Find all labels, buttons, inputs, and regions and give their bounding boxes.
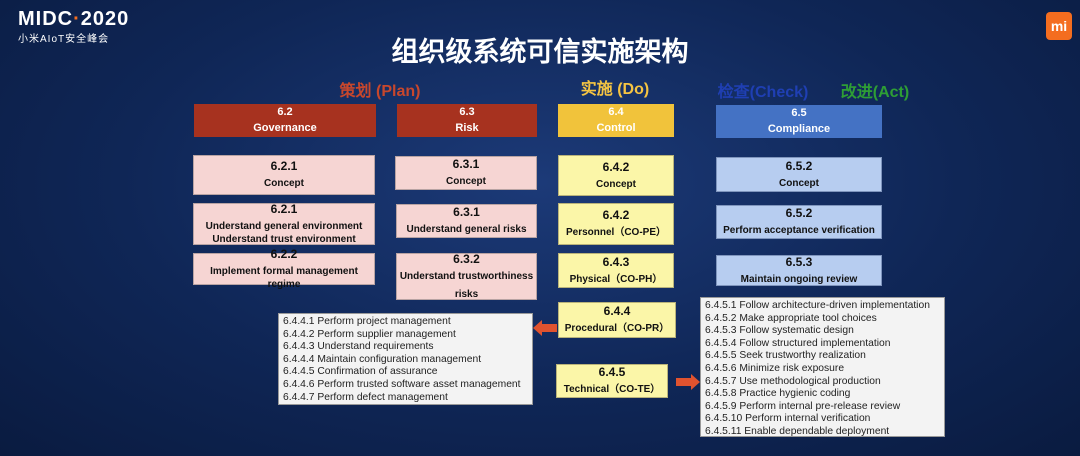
list-item: 6.4.4.4 Maintain configuration managemen… xyxy=(283,353,482,365)
governance-item: 6.2.1 Understand general environment Und… xyxy=(193,202,375,245)
header-number: 6.2 xyxy=(277,105,293,118)
item-text: Procedural（CO-PR） xyxy=(564,323,670,335)
list-item: 6.4.4.2 Perform supplier management xyxy=(283,328,456,340)
technical-detail-list: 6.4.5.1 Follow architecture-driven imple… xyxy=(700,297,945,437)
logo-text-right: 2020 xyxy=(80,8,130,30)
header-number: 6.5 xyxy=(791,106,807,119)
list-item: 6.4.5.2 Make appropriate tool choices xyxy=(705,312,877,324)
governance-header: 6.2 Governance xyxy=(194,104,376,137)
phase-plan-label: 策划 (Plan) xyxy=(339,83,421,100)
item-text: Understand general risks xyxy=(406,224,527,236)
item-text: Understand general environment xyxy=(205,221,363,232)
item-number: 6.2.1 xyxy=(270,159,298,174)
list-item: 6.4.5.5 Seek trustworthy realization xyxy=(705,350,866,362)
risk-header: 6.3 Risk xyxy=(397,104,537,137)
item-number: 6.4.5 xyxy=(598,365,626,380)
item-number: 6.2.1 xyxy=(270,202,298,216)
list-item: 6.4.5.11 Enable dependable deployment xyxy=(705,425,890,437)
list-item: 6.4.5.3 Follow systematic design xyxy=(705,325,854,337)
control-item: 6.4.3 Physical（CO-PH） xyxy=(558,253,674,288)
header-label: Risk xyxy=(455,121,479,134)
item-number: 6.5.3 xyxy=(785,254,813,269)
item-text: Implement formal management regime xyxy=(210,266,358,290)
control-header: 6.4 Control xyxy=(558,104,674,137)
item-number: 6.5.2 xyxy=(785,158,813,173)
page-title: 组织级系统可信实施架构 xyxy=(391,37,689,67)
procedural-detail-list: 6.4.4.1 Perform project management 6.4.4… xyxy=(278,313,533,405)
item-number: 6.4.2 xyxy=(602,208,630,223)
item-text: Concept xyxy=(596,178,636,190)
list-item: 6.4.4.3 Understand requirements xyxy=(283,341,434,353)
item-number: 6.4.2 xyxy=(602,159,630,174)
compliance-item: 6.5.2 Concept xyxy=(716,157,882,192)
list-item: 6.4.4.1 Perform project management xyxy=(283,316,451,327)
item-number: 6.5.2 xyxy=(785,206,813,221)
compliance-item: 6.5.2 Perform acceptance verification xyxy=(716,205,882,239)
item-text: Concept xyxy=(446,176,486,188)
item-number: 6.4.4 xyxy=(603,304,631,319)
item-text: Personnel（CO-PE） xyxy=(565,227,667,239)
list-item: 6.4.4.7 Perform defect management xyxy=(283,391,448,403)
phase-do-label: 实施 (Do) xyxy=(580,81,650,98)
item-text: Understand trustworthiness xyxy=(399,270,534,282)
list-item: 6.4.5.6 Minimize risk exposure xyxy=(705,362,845,374)
list-item: 6.4.5.9 Perform internal pre-release rev… xyxy=(705,400,901,412)
risk-item: 6.3.1 Understand general risks xyxy=(396,204,537,238)
governance-item: 6.2.1 Concept xyxy=(193,155,375,195)
governance-item: 6.2.2 Implement formal management regime xyxy=(193,247,375,290)
logo-dot: · xyxy=(73,8,81,30)
header-label: Compliance xyxy=(767,122,831,135)
list-item: 6.4.5.4 Follow structured implementation xyxy=(705,337,891,349)
item-text: Understand trust environment xyxy=(212,233,356,245)
control-item: 6.4.2 Concept xyxy=(558,155,674,196)
control-item-technical: 6.4.5 Technical（CO-TE） xyxy=(556,364,668,398)
header-label: Governance xyxy=(253,121,317,134)
midc-logo: MIDC·2020 xyxy=(18,8,129,31)
item-number: 6.3.2 xyxy=(453,251,480,266)
list-item: 6.4.5.8 Practice hygienic coding xyxy=(705,388,851,400)
item-number: 6.3.1 xyxy=(452,157,480,172)
item-number: 6.2.2 xyxy=(270,247,298,261)
list-item: 6.4.4.6 Perform trusted software asset m… xyxy=(283,378,521,390)
arrow-right-icon xyxy=(676,374,700,390)
header-number: 6.4 xyxy=(608,105,624,118)
compliance-item: 6.5.3 Maintain ongoing review xyxy=(716,255,882,286)
risk-item: 6.3.1 Concept xyxy=(395,156,537,190)
list-item: 6.4.5.10 Perform internal verification xyxy=(705,413,871,425)
list-item: 6.4.5.1 Follow architecture-driven imple… xyxy=(705,300,930,311)
item-number: 6.4.3 xyxy=(602,254,630,269)
control-item: 6.4.2 Personnel（CO-PE） xyxy=(558,203,674,245)
item-text: Maintain ongoing review xyxy=(740,273,858,285)
item-text: risks xyxy=(454,289,479,300)
header-label: Control xyxy=(596,121,636,134)
phase-check-label: 检查(Check) xyxy=(717,84,809,101)
item-text: Perform acceptance verification xyxy=(723,225,875,237)
logo-text-left: MIDC xyxy=(18,8,74,30)
list-item: 6.4.4.5 Confirmation of assurance xyxy=(283,366,438,378)
item-text: Concept xyxy=(264,178,304,190)
compliance-header: 6.5 Compliance xyxy=(716,105,882,138)
item-text: Concept xyxy=(779,177,819,189)
item-text: Technical（CO-TE） xyxy=(563,384,661,396)
phase-act-label: 改进(Act) xyxy=(840,84,910,101)
item-text: Physical（CO-PH） xyxy=(569,273,663,285)
arrow-left-icon xyxy=(533,320,557,336)
risk-item: 6.3.2 Understand trustworthiness risks xyxy=(396,251,537,300)
list-item: 6.4.5.7 Use methodological production xyxy=(705,375,881,387)
control-item-procedural: 6.4.4 Procedural（CO-PR） xyxy=(558,302,676,338)
header-number: 6.3 xyxy=(459,105,475,118)
item-number: 6.3.1 xyxy=(453,205,480,220)
